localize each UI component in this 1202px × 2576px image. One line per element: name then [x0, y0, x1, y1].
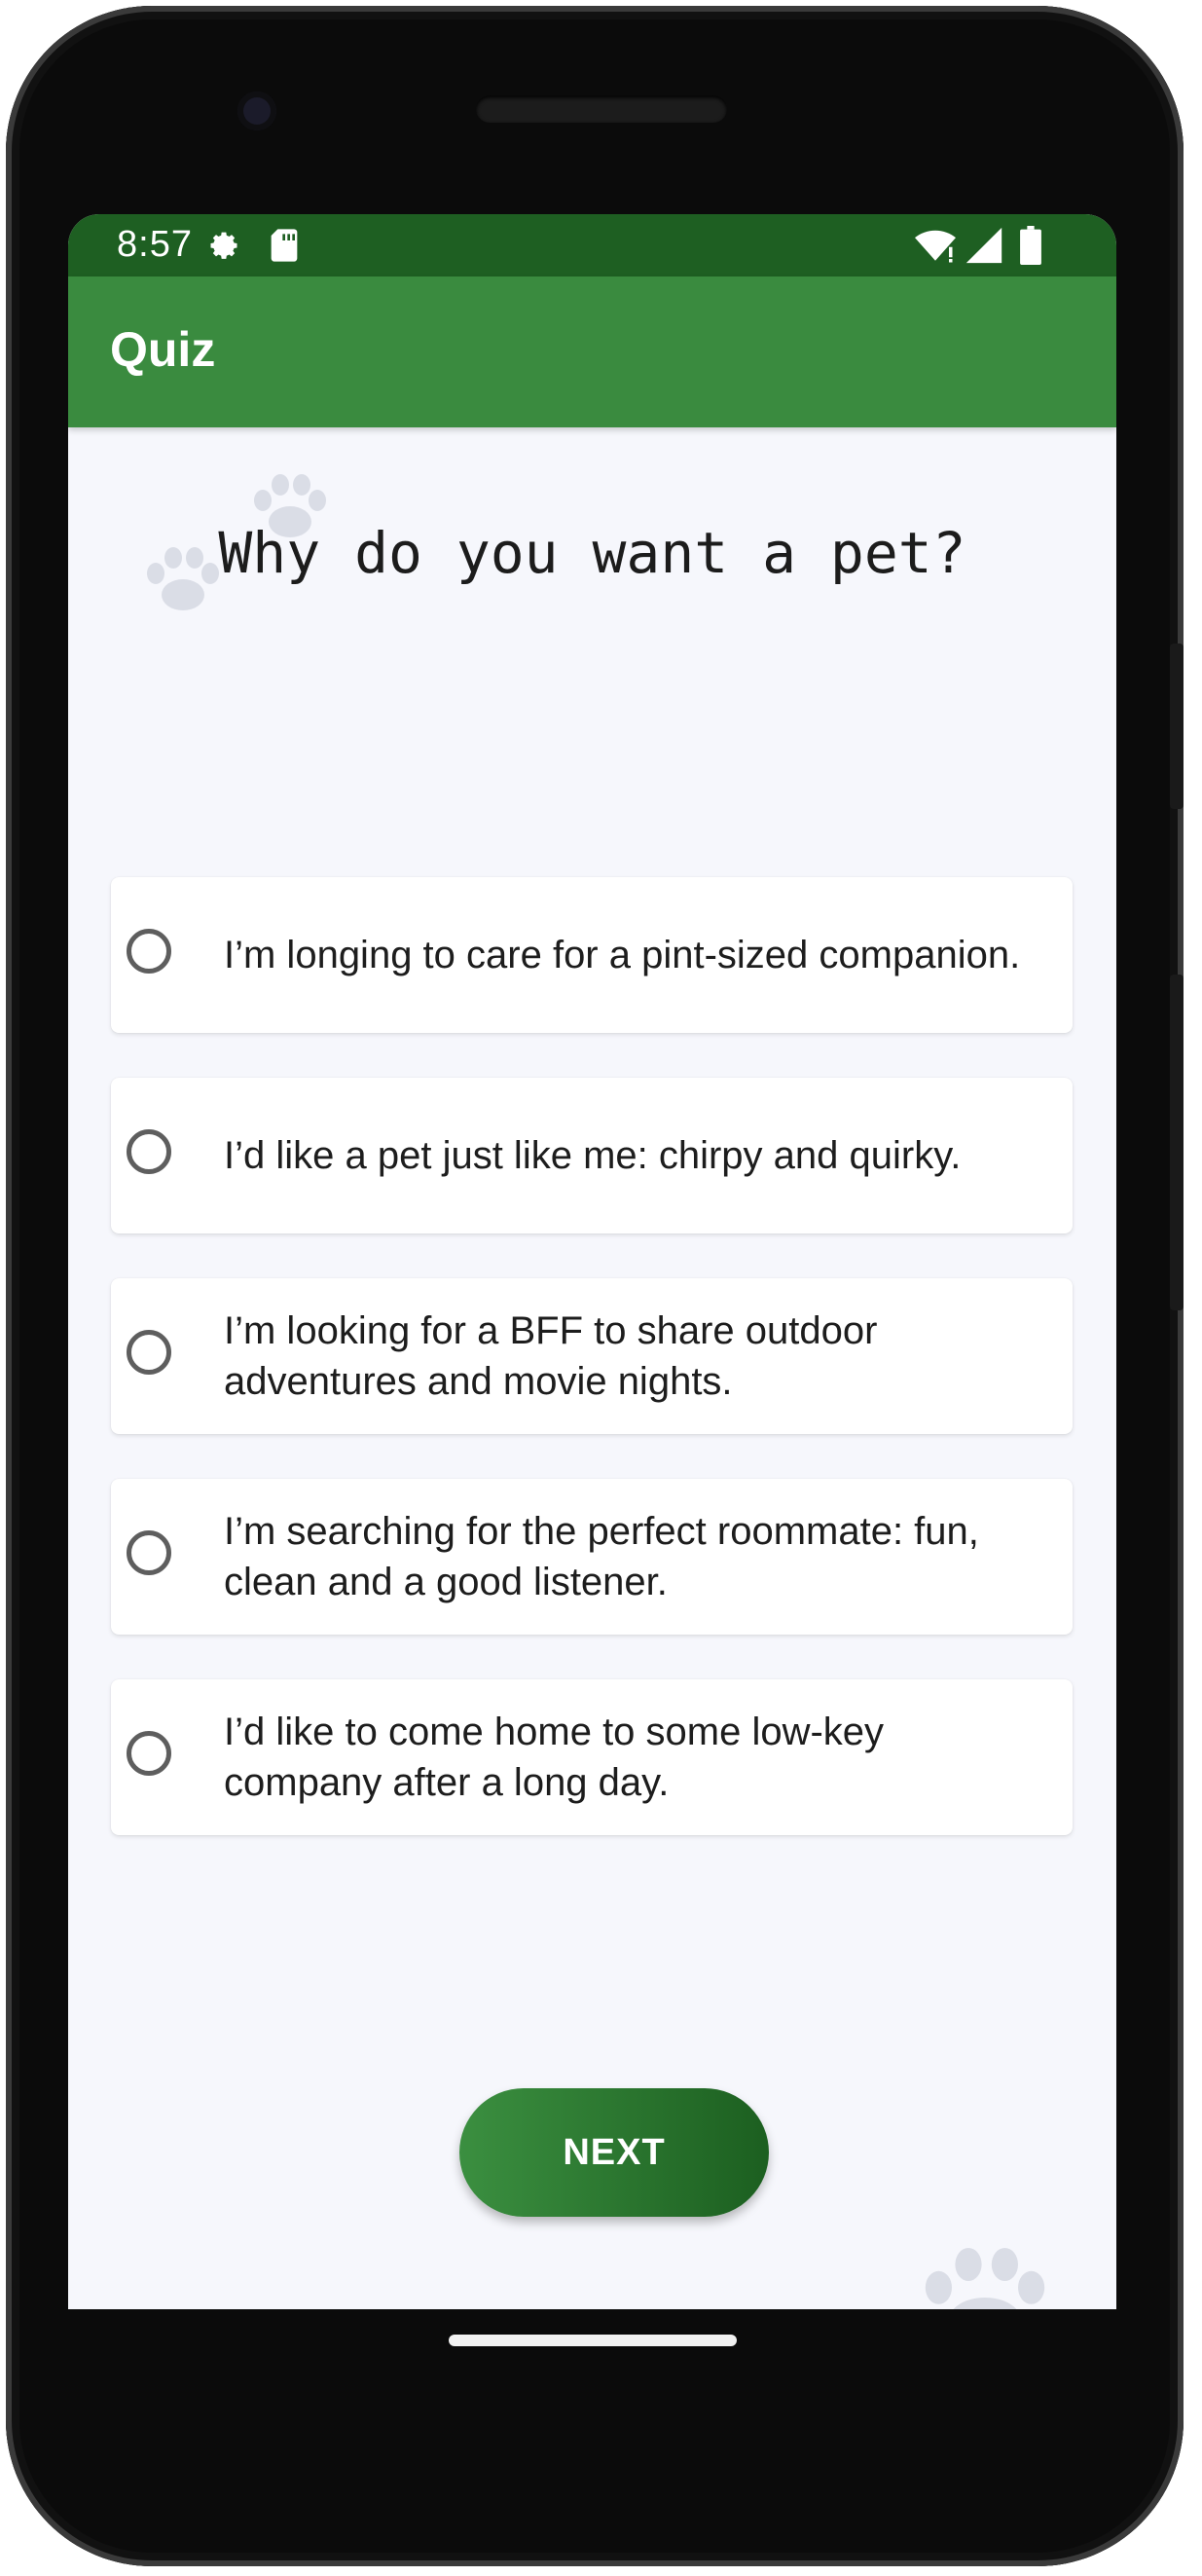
radio-button[interactable] [127, 1731, 171, 1776]
radio-button[interactable] [127, 1530, 171, 1575]
answer-option-label: I’d like a pet just like me: chirpy and … [224, 1134, 962, 1177]
front-camera [237, 92, 276, 130]
battery-icon [1020, 226, 1041, 270]
earpiece-speaker [476, 95, 727, 123]
status-bar: 8:57 [68, 214, 1116, 276]
radio-button[interactable] [127, 1129, 171, 1174]
status-time: 8:57 [117, 224, 193, 265]
signal-icon [965, 226, 1002, 270]
app-bar: Quiz [68, 276, 1116, 427]
radio-button[interactable] [127, 929, 171, 974]
wifi-icon [915, 226, 956, 270]
radio-button[interactable] [127, 1330, 171, 1375]
screen: 8:57 Quiz Why do you want a pet? I’m lon… [68, 214, 1116, 2309]
answer-option-4[interactable]: I’m searching for the perfect roommate: … [111, 1479, 1073, 1635]
answer-option-label: I’m longing to care for a pint-sized com… [224, 934, 1021, 976]
page-title: Quiz [110, 322, 216, 377]
answer-option-5[interactable]: I’d like to come home to some low-key co… [111, 1679, 1073, 1835]
question-text: Why do you want a pet? [218, 520, 966, 586]
quiz-content: Why do you want a pet? I’m longing to ca… [68, 427, 1116, 2309]
volume-button [1170, 975, 1184, 1310]
answer-option-label: I’d like to come home to some low-key co… [224, 1711, 885, 1804]
settings-gear-icon [204, 226, 243, 270]
sd-card-icon [268, 226, 301, 270]
answer-option-label: I’m looking for a BFF to share outdoor a… [224, 1309, 878, 1403]
answer-option-1[interactable]: I’m longing to care for a pint-sized com… [111, 877, 1073, 1033]
answer-option-label: I’m searching for the perfect roommate: … [224, 1510, 979, 1603]
home-gesture-bar[interactable] [449, 2335, 737, 2346]
answer-option-2[interactable]: I’d like a pet just like me: chirpy and … [111, 1078, 1073, 1233]
paw-print-icon [925, 2248, 1045, 2309]
next-button[interactable]: NEXT [459, 2088, 769, 2217]
power-button [1170, 644, 1184, 809]
answer-option-3[interactable]: I’m looking for a BFF to share outdoor a… [111, 1278, 1073, 1434]
